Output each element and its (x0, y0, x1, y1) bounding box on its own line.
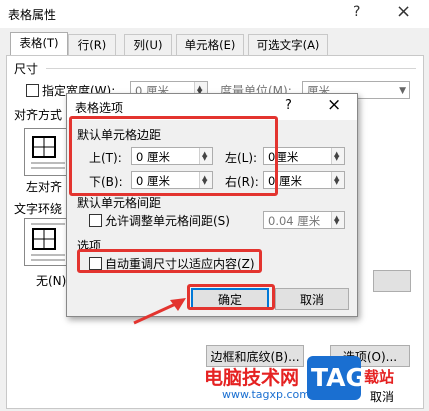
close-icon[interactable]: × (396, 1, 411, 22)
window-title: 表格属性 (8, 8, 57, 22)
watermark-site-name: 电脑技术网 (204, 367, 300, 389)
tab-table[interactable]: 表格(T) (10, 32, 68, 56)
tab-row[interactable]: 行(R) (68, 34, 116, 55)
watermark-url: www.tagxp.com (222, 388, 310, 401)
cancel-button[interactable]: 取消 (275, 288, 349, 310)
tab-column[interactable]: 列(U) (124, 34, 172, 55)
margins-highlight (69, 116, 278, 196)
wrap-none-option[interactable] (24, 218, 72, 266)
table-wrap-none-icon (31, 223, 65, 261)
cell-spacing-section-label: 默认单元格间距 (77, 196, 162, 210)
allow-spacing-label: 允许调整单元格间距(S) (105, 214, 230, 228)
dialog-close-icon[interactable]: × (327, 95, 341, 115)
ok-highlight (187, 284, 275, 310)
align-left-option[interactable] (24, 128, 72, 176)
allow-spacing-checkbox[interactable] (89, 214, 102, 227)
wrap-section-label: 文字环绕 (14, 202, 63, 216)
arrow-icon (133, 298, 186, 325)
spacing-field[interactable]: 0.04 厘米 (263, 209, 345, 231)
preferred-width-checkbox[interactable] (26, 84, 39, 97)
chevron-down-icon: ▼ (399, 86, 406, 96)
help-button[interactable]: ? (353, 4, 360, 20)
size-section-label: 尺寸 (14, 62, 39, 76)
size-divider (46, 68, 416, 69)
window-titlebar: 表格属性 ? × (0, 0, 429, 28)
table-align-left-icon (31, 136, 65, 169)
alignment-section-label: 对齐方式 (14, 108, 63, 122)
align-left-label: 左对齐 (26, 180, 63, 194)
watermark-logo-text: TAG (311, 363, 366, 392)
positioning-button[interactable] (373, 270, 411, 292)
watermark-logo: TAG (307, 356, 366, 400)
autoresize-highlight (77, 249, 262, 273)
tab-cell[interactable]: 单元格(E) (176, 34, 244, 55)
outer-cancel-label[interactable]: 取消 (370, 388, 394, 405)
tab-alt-text[interactable]: 可选文字(A) (248, 34, 328, 55)
wrap-none-label: 无(N) (36, 274, 67, 288)
watermark-logo-sub: 载站 (364, 368, 395, 386)
dialog-title: 表格选项 (75, 101, 124, 115)
dialog-help-button[interactable]: ? (285, 98, 292, 113)
